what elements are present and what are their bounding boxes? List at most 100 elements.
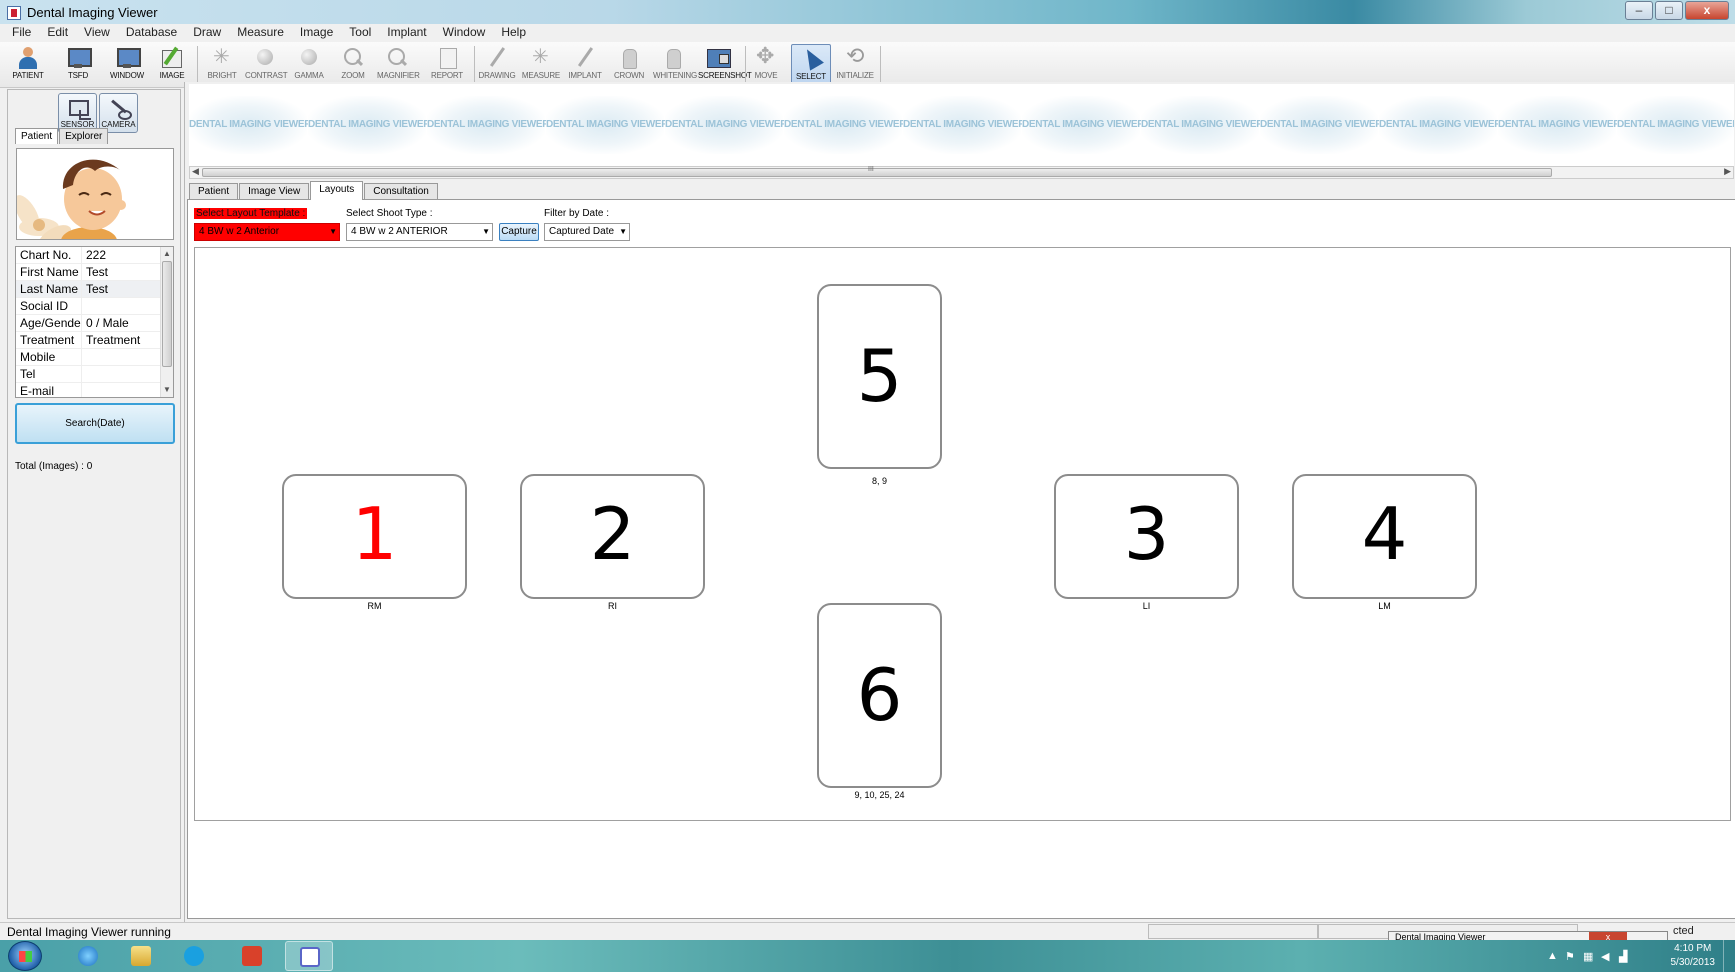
cursor-icon [798, 47, 824, 71]
scroll-right-icon[interactable]: ▶ [1724, 166, 1731, 177]
filter-date-select[interactable]: Captured Date ▼ [544, 223, 630, 241]
maximize-button[interactable]: □ [1655, 1, 1683, 20]
shoot-type-label: Select Shoot Type : [346, 208, 433, 219]
thumbnail-placeholder[interactable]: DENTAL IMAGING VIEWER [784, 96, 907, 154]
thumbnail-placeholder[interactable]: DENTAL IMAGING VIEWER [1498, 96, 1621, 154]
tray-expand-icon[interactable]: ▲ [1547, 950, 1558, 962]
bright-tool-button[interactable]: BRIGHT [202, 44, 242, 87]
info-scrollbar[interactable]: ▲ ▼ [160, 247, 173, 397]
menu-window[interactable]: Window [435, 24, 494, 42]
taskbar-explorer[interactable] [117, 941, 165, 971]
network-icon[interactable]: ▦ [1583, 950, 1593, 963]
tab-explorer[interactable]: Explorer [59, 128, 109, 144]
gamma-tool-button[interactable]: GAMMA [289, 44, 329, 87]
menu-measure[interactable]: Measure [229, 24, 292, 42]
start-button[interactable] [8, 941, 42, 971]
thumbnail-placeholder[interactable]: DENTAL IMAGING VIEWER [1141, 96, 1264, 154]
thumbnail-placeholder[interactable]: DENTAL IMAGING VIEWER [665, 96, 788, 154]
layout-template-select[interactable]: 4 BW w 2 Anterior ▼ [194, 223, 340, 241]
thumbnail-placeholder[interactable]: DENTAL IMAGING VIEWER [1022, 96, 1145, 154]
scroll-down-icon[interactable]: ▼ [163, 385, 171, 394]
layout-slot-4[interactable]: 4 [1292, 474, 1477, 599]
clock[interactable]: 4:10 PM 5/30/2013 [1671, 942, 1716, 970]
volume-icon[interactable]: ◀ [1601, 950, 1609, 963]
shoot-type-select[interactable]: 4 BW w 2 ANTERIOR ▼ [346, 223, 493, 241]
sensor-button[interactable]: SENSOR [58, 93, 97, 133]
info-row-treatment[interactable]: Treatment Treatment [16, 332, 173, 349]
taskbar-ie[interactable] [64, 941, 112, 971]
select-tool-button[interactable]: SELECT [791, 44, 831, 87]
signal-icon[interactable]: ▟ [1619, 950, 1627, 963]
close-button[interactable]: x [1685, 1, 1729, 20]
tab-patient[interactable]: Patient [189, 183, 239, 200]
thumbnail-placeholder[interactable]: DENTAL IMAGING VIEWER [546, 96, 669, 154]
search-date-button[interactable]: Search(Date) [15, 403, 175, 444]
report-tool-button[interactable]: REPORT [427, 44, 467, 87]
taskbar-skype[interactable] [170, 941, 218, 971]
tab-consultation[interactable]: Consultation [364, 183, 438, 200]
whitening-tool-button[interactable]: WHITENING [653, 44, 697, 87]
taskbar-dental-viewer[interactable] [285, 941, 333, 971]
flag-icon[interactable]: ⚑ [1565, 950, 1575, 963]
crown-tool-button[interactable]: CROWN [609, 44, 649, 87]
info-row-chart-no[interactable]: Chart No. 222 [16, 247, 173, 264]
magnifier-tool-button[interactable]: MAGNIFIER [377, 44, 420, 87]
thumbnail-placeholder[interactable]: DENTAL IMAGING VIEWER [1379, 96, 1502, 154]
thumbnail-placeholder[interactable]: DENTAL IMAGING VIEWER [1617, 96, 1734, 154]
move-tool-button[interactable]: MOVE [746, 43, 786, 87]
thumbnail-placeholder[interactable]: DENTAL IMAGING VIEWER [1260, 96, 1383, 154]
minimize-button[interactable]: – [1625, 1, 1653, 20]
camera-button[interactable]: CAMERA [99, 93, 138, 133]
menu-edit[interactable]: Edit [39, 24, 76, 42]
scroll-left-icon[interactable]: ◀ [192, 166, 199, 177]
initialize-tool-button[interactable]: INITIALIZE [835, 43, 875, 87]
filter-date-value: Captured Date [549, 226, 615, 237]
info-row-tel[interactable]: Tel [16, 366, 173, 383]
scroll-thumb[interactable]: III [202, 166, 1552, 177]
image-icon [159, 46, 185, 70]
zoom-tool-button[interactable]: ZOOM [333, 44, 373, 87]
layout-slot-5[interactable]: 5 [817, 284, 942, 469]
tab-image-view[interactable]: Image View [239, 183, 310, 200]
measure-tool-button[interactable]: MEASURE [521, 44, 561, 87]
image-tool-button[interactable]: IMAGE [152, 44, 192, 87]
info-row-social-id[interactable]: Social ID [16, 298, 173, 315]
menu-implant[interactable]: Implant [379, 24, 434, 42]
scroll-thumb[interactable] [162, 261, 172, 367]
info-row-age-gender[interactable]: Age/Gender 0 / Male [16, 315, 173, 332]
thumbnail-placeholder[interactable]: DENTAL IMAGING VIEWER [903, 96, 1026, 154]
patient-tool-button[interactable]: PATIENT [8, 44, 48, 87]
contrast-tool-button[interactable]: CONTRAST [245, 44, 288, 87]
thumbnail-placeholder[interactable]: DENTAL IMAGING VIEWER [308, 96, 431, 154]
info-row-last-name[interactable]: Last Name Test [16, 281, 173, 298]
show-desktop-button[interactable] [1723, 940, 1735, 972]
capture-button[interactable]: Capture [499, 223, 539, 241]
thumbnail-scrollbar[interactable]: ◀ III ▶ [189, 166, 1734, 179]
tsfd-tool-button[interactable]: TSFD [58, 44, 98, 87]
screenshot-tool-button[interactable]: SCREENSHOT [698, 44, 752, 87]
implant-tool-button[interactable]: IMPLANT [565, 44, 605, 87]
menu-database[interactable]: Database [118, 24, 185, 42]
layout-slot-1[interactable]: 1 [282, 474, 467, 599]
watermark-text: DENTAL IMAGING VIEWER [1617, 119, 1734, 130]
window-tool-button[interactable]: WINDOW [107, 44, 147, 87]
scroll-up-icon[interactable]: ▲ [163, 249, 171, 258]
menu-tool[interactable]: Tool [341, 24, 379, 42]
info-row-mobile[interactable]: Mobile [16, 349, 173, 366]
layout-slot-6[interactable]: 6 [817, 603, 942, 788]
thumbnail-placeholder[interactable]: DENTAL IMAGING VIEWER [189, 96, 312, 154]
layout-slot-2[interactable]: 2 [520, 474, 705, 599]
tab-layouts[interactable]: Layouts [310, 181, 364, 200]
layout-slot-3[interactable]: 3 [1054, 474, 1239, 599]
thumbnail-placeholder[interactable]: DENTAL IMAGING VIEWER [427, 96, 550, 154]
menu-file[interactable]: File [4, 24, 39, 42]
menu-view[interactable]: View [76, 24, 118, 42]
tab-patient[interactable]: Patient [15, 128, 59, 144]
drawing-tool-button[interactable]: DRAWING [477, 44, 517, 87]
info-row-first-name[interactable]: First Name Test [16, 264, 173, 281]
menu-help[interactable]: Help [493, 24, 534, 42]
info-row-email[interactable]: E-mail [16, 383, 173, 397]
menu-image[interactable]: Image [292, 24, 341, 42]
menu-draw[interactable]: Draw [185, 24, 229, 42]
taskbar-app[interactable] [228, 941, 276, 971]
